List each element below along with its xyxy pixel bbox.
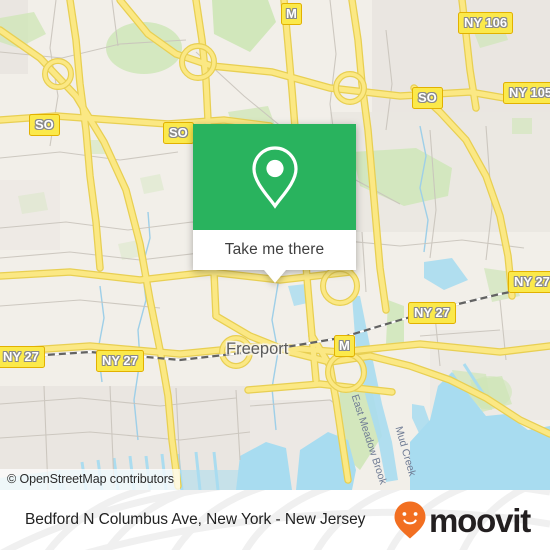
road-shield-m-north[interactable]: M <box>281 3 302 25</box>
take-me-there-label: Take me there <box>224 241 325 258</box>
moovit-smiley-pin-icon <box>394 501 426 539</box>
callout-pointer-tail <box>263 270 286 283</box>
moovit-brand-logo[interactable]: moovit <box>393 490 531 550</box>
moovit-wordmark: moovit <box>429 501 531 539</box>
map-pin-icon <box>251 146 298 209</box>
road-shield-ny-27-center-east[interactable]: NY 27 <box>408 302 456 324</box>
map-canvas[interactable]: M NY 106 SO NY 105 SO SO NY 27 NY 27 M N… <box>0 0 550 490</box>
callout-header <box>193 124 356 230</box>
road-shield-ny-27-east[interactable]: NY 27 <box>508 271 550 293</box>
road-shield-so-center[interactable]: SO <box>163 122 194 144</box>
road-shield-ny-106[interactable]: NY 106 <box>458 12 514 34</box>
place-label-freeport: Freeport <box>226 340 289 358</box>
callout-action-row[interactable]: Take me there <box>193 230 356 270</box>
page-title: Bedford N Columbus Ave, New York - New J… <box>25 511 366 528</box>
moovit-map-screenshot: M NY 106 SO NY 105 SO SO NY 27 NY 27 M N… <box>0 0 550 550</box>
road-shield-so-west[interactable]: SO <box>29 114 60 136</box>
map-attribution[interactable]: © OpenStreetMap contributors <box>0 469 180 490</box>
road-shield-ny-27-west[interactable]: NY 27 <box>96 350 144 372</box>
road-shield-ny-27-far-west[interactable]: NY 27 <box>0 346 45 368</box>
footer-bar: Bedford N Columbus Ave, New York - New J… <box>0 490 550 550</box>
road-shield-so-northeast[interactable]: SO <box>412 87 443 109</box>
destination-callout-card[interactable]: Take me there <box>193 124 356 283</box>
road-shield-ny-105[interactable]: NY 105 <box>503 82 550 104</box>
road-shield-m-south[interactable]: M <box>334 335 355 357</box>
